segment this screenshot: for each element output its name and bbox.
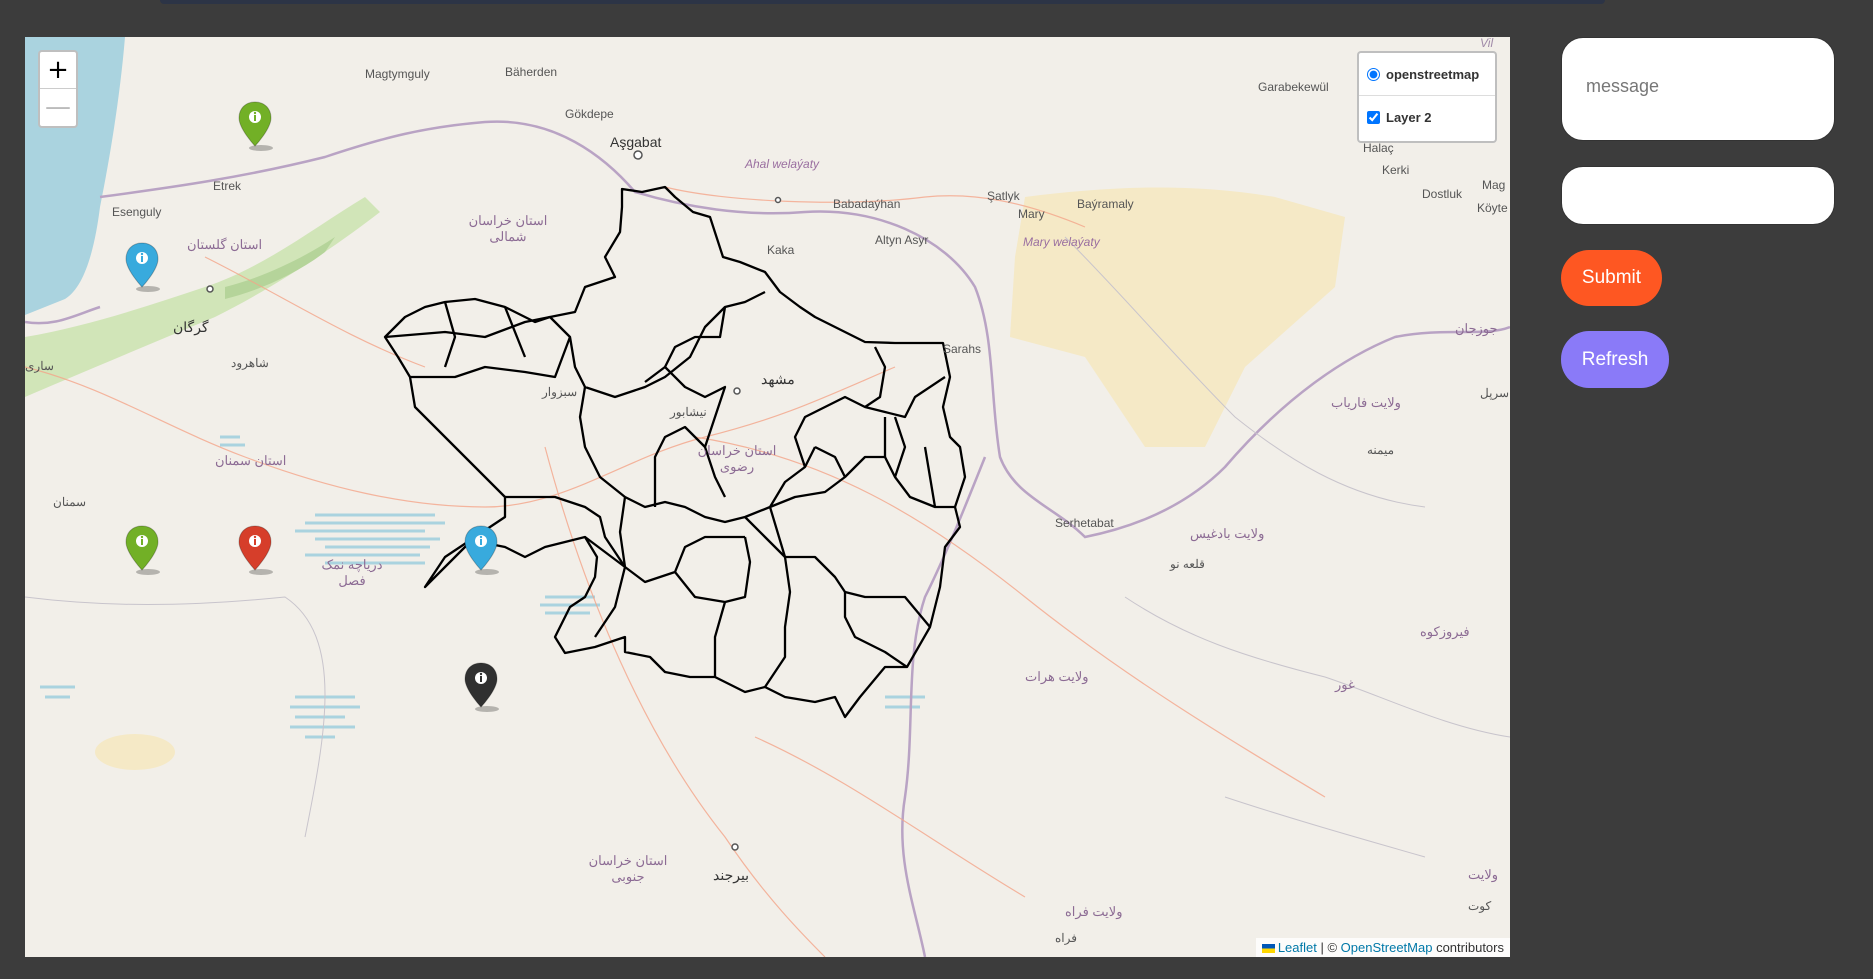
marker-red[interactable]: [237, 524, 277, 576]
map-pin-icon: [125, 525, 160, 575]
label-magtymguly: Magtymguly: [365, 67, 430, 81]
map-pin-icon: [464, 525, 499, 575]
label-birjand: بیرجند: [713, 867, 750, 883]
layer-base-radio[interactable]: [1367, 67, 1380, 81]
label-mag: Mag: [1482, 178, 1506, 192]
label-mary: Mary: [1018, 207, 1045, 221]
label-kut: کوت: [1468, 899, 1492, 913]
label-daryache: دریاچه نمک فصل: [321, 557, 383, 588]
layer-base-option[interactable]: openstreetmap: [1359, 53, 1495, 95]
label-ghor: غور: [1335, 677, 1355, 692]
label-khorasan-jonubi: استان خراسان جنوبی: [588, 853, 668, 884]
label-golestan: استان گلستان: [187, 237, 263, 252]
label-vil: Vil: [1480, 37, 1494, 50]
label-bayramaly: Baýramaly: [1077, 197, 1134, 211]
layer-overlay-checkbox[interactable]: [1367, 110, 1380, 124]
label-garabekewul: Garabekewül: [1258, 80, 1329, 94]
label-farah-welayat: ولایت فراه: [1065, 904, 1123, 919]
label-asgabat: Aşgabat: [610, 134, 662, 150]
label-semnan: سمنان: [53, 495, 87, 509]
attribution-contributors: contributors: [1432, 940, 1504, 955]
refresh-button[interactable]: Refresh: [1561, 331, 1669, 388]
label-gorgan: گرگان: [173, 319, 209, 335]
top-bar: [160, 0, 1605, 4]
label-mashhad: مشهد: [761, 371, 795, 387]
layers-control: openstreetmap Layer 2: [1357, 51, 1497, 143]
label-qala-now: قلعه نو: [1170, 557, 1205, 571]
zoom-in-button[interactable]: +: [40, 52, 76, 88]
map-pin-icon: [464, 662, 499, 712]
label-dostluk: Dostluk: [1422, 187, 1463, 201]
label-faryab: ولایت فاریاب: [1331, 395, 1401, 410]
label-neyshabur: نیشابور: [670, 405, 707, 419]
attribution-separator: | ©: [1316, 940, 1341, 955]
label-sarpol: سرپل: [1480, 386, 1510, 400]
label-sabzevar: سبزوار: [542, 385, 578, 399]
marker-black[interactable]: [463, 661, 503, 713]
label-razavi: استان خراسان رضوی: [697, 443, 777, 474]
label-semnan-ostan: استان سمنان: [215, 453, 287, 468]
label-etrek: Etrek: [213, 179, 242, 193]
submit-button[interactable]: Submit: [1561, 250, 1662, 306]
label-jowzjan: جوزجان: [1455, 321, 1498, 336]
label-ahal: Ahal welaýaty: [745, 157, 820, 171]
label-halac: Halaç: [1363, 141, 1394, 155]
label-khorasan-shomali: استان خراسان شمالی: [468, 213, 548, 244]
district-boundaries: [383, 185, 967, 719]
map-pin-icon: [238, 525, 273, 575]
label-gokdepe: Gökdepe: [565, 107, 614, 121]
leaflet-link[interactable]: Leaflet: [1278, 940, 1317, 955]
label-babadayhan: Babadaýhan: [833, 197, 901, 211]
map-attribution: Leaflet | © OpenStreetMap contributors: [1255, 938, 1510, 957]
label-koyte: Köyte: [1477, 201, 1508, 215]
marker-green-west[interactable]: [124, 524, 164, 576]
layer-base-label: openstreetmap: [1386, 66, 1480, 82]
message-input[interactable]: [1561, 37, 1835, 141]
label-farah: فراه: [1055, 931, 1077, 945]
map-pin-icon: [125, 242, 160, 292]
label-velayat: ولایت: [1468, 867, 1499, 882]
label-mary-welayaty: Mary welaýaty: [1023, 235, 1100, 249]
label-sari: ساری: [25, 359, 54, 373]
label-baherden: Bäherden: [505, 65, 558, 79]
marker-blue-center[interactable]: [463, 524, 503, 576]
marker-blue-caspian[interactable]: [124, 241, 164, 293]
layer-overlay-label: Layer 2: [1386, 109, 1432, 125]
map-container[interactable]: Magtymguly Bäherden Gökdepe Aşgabat Ahal…: [25, 37, 1510, 957]
label-satlyk: Şatlyk: [987, 189, 1020, 203]
label-kaka: Kaka: [767, 243, 795, 257]
label-herat: ولایت هرات: [1025, 669, 1089, 684]
layer-overlay-option[interactable]: Layer 2: [1359, 95, 1495, 138]
label-firozkoh: فیروزکوه: [1420, 624, 1470, 639]
zoom-control: + —: [38, 50, 78, 128]
label-altyn-asyr: Altyn Asyr: [875, 233, 929, 247]
marker-green-north[interactable]: [237, 100, 277, 152]
map-tiles: [25, 37, 1510, 957]
osm-link[interactable]: OpenStreetMap: [1341, 940, 1433, 955]
label-maymana: میمنه: [1367, 443, 1395, 457]
zoom-out-button[interactable]: —: [40, 88, 76, 125]
label-serhetabat: Serhetabat: [1055, 516, 1114, 530]
label-shahrud: شاهرود: [231, 356, 269, 370]
second-input[interactable]: [1561, 166, 1835, 225]
label-kerki: Kerki: [1382, 163, 1410, 177]
label-sarahs: Sarahs: [943, 342, 982, 356]
map-pin-icon: [238, 101, 273, 151]
ukraine-flag-icon: [1261, 944, 1275, 954]
label-esenguly: Esenguly: [112, 205, 162, 219]
label-badghis: ولایت بادغیس: [1190, 526, 1265, 541]
